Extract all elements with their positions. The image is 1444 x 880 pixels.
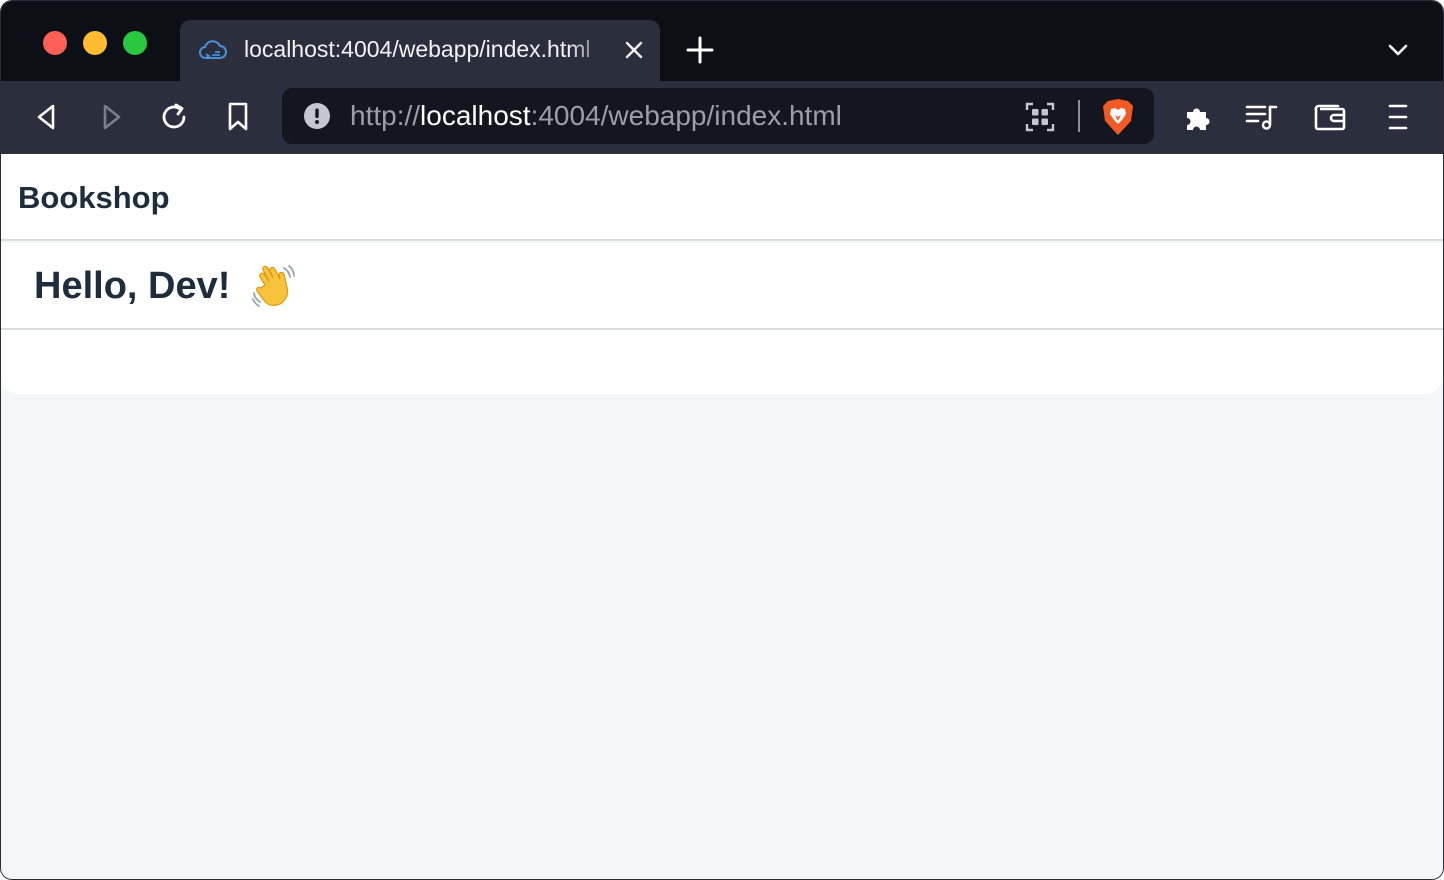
address-bar[interactable]: http://localhost:4004/webapp/index.html (282, 88, 1154, 144)
brave-shields-icon[interactable] (1100, 97, 1136, 137)
url-path: :4004/webapp/index.html (530, 100, 842, 131)
cloud-code-icon (198, 37, 228, 65)
active-tab[interactable]: localhost:4004/webapp/index.html (180, 20, 660, 81)
close-tab-icon[interactable] (622, 38, 646, 62)
menu-icon[interactable] (1380, 99, 1416, 135)
forward-icon[interactable] (93, 99, 129, 135)
web-page: Bookshop Hello, Dev! (1, 154, 1443, 879)
app-title[interactable]: Bookshop (18, 180, 170, 216)
bookmark-icon[interactable] (220, 99, 256, 135)
reload-icon[interactable] (156, 99, 192, 135)
greeting-title: Hello, Dev! (34, 265, 231, 307)
card-header: Hello, Dev! (1, 243, 1443, 330)
browser-window: localhost:4004/webapp/index.html http://… (0, 0, 1444, 880)
site-info-icon[interactable] (304, 103, 330, 129)
address-bar-separator (1078, 100, 1080, 132)
close-window-button[interactable] (43, 31, 67, 55)
url-host: localhost (420, 100, 531, 131)
extensions-puzzle-icon[interactable] (1180, 99, 1216, 135)
url-scheme: http:// (350, 100, 421, 131)
wallet-icon[interactable] (1312, 99, 1348, 135)
greeting-card: Hello, Dev! (1, 243, 1443, 394)
browser-toolbar: http://localhost:4004/webapp/index.html (1, 81, 1443, 154)
new-tab-plus-icon[interactable] (685, 35, 715, 65)
chevron-down-icon[interactable] (1385, 39, 1411, 61)
url-text[interactable]: http://localhost:4004/webapp/index.html (350, 100, 842, 132)
tab-strip: localhost:4004/webapp/index.html (1, 1, 1443, 81)
tab-title: localhost:4004/webapp/index.html (244, 36, 591, 62)
app-shell-bar: Bookshop (1, 154, 1443, 241)
media-playlist-icon[interactable] (1244, 99, 1280, 135)
waving-hand-icon (251, 263, 297, 309)
minimize-window-button[interactable] (83, 31, 107, 55)
zoom-window-button[interactable] (123, 31, 147, 55)
back-icon[interactable] (29, 99, 65, 135)
qr-code-icon[interactable] (1024, 101, 1056, 133)
